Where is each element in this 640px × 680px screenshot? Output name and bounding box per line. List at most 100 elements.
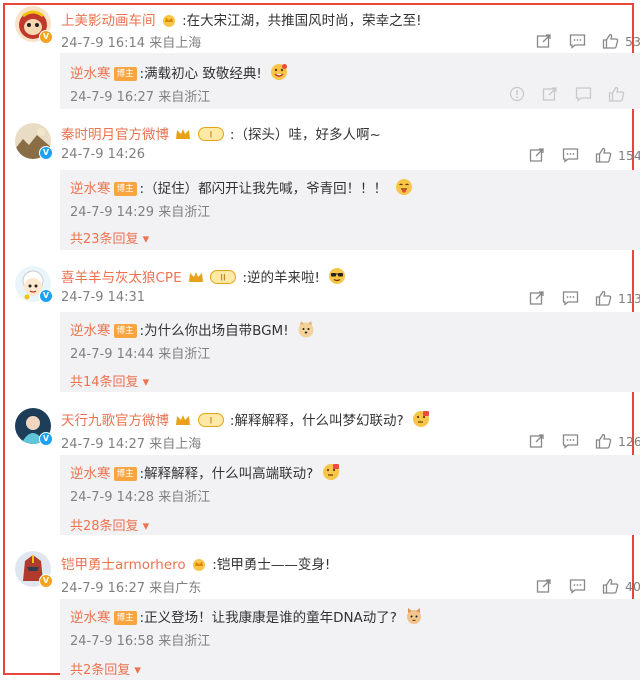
gold-verified-icon: V: [39, 30, 53, 44]
reply-box: 逆水寒 博主:解释解释，什么叫高端联动? 24-7-9 14:28 来自浙江 共2…: [60, 455, 640, 535]
share-icon[interactable]: [527, 145, 547, 165]
blue-verified-icon: V: [39, 289, 53, 303]
chevron-down-icon: ▾: [130, 663, 141, 678]
comment-location: 来自广东: [149, 581, 202, 596]
host-badge: 博主: [113, 467, 137, 481]
comment-username[interactable]: 天行九歌官方微博: [61, 413, 169, 429]
sunglasses-emoji: [328, 267, 346, 289]
blue-verified-icon: V: [39, 432, 53, 446]
svg-text:I: I: [209, 417, 212, 427]
reply-text: :为什么你出场自带BGM!: [139, 323, 289, 339]
reply-date: 24-7-9 14:44: [70, 347, 155, 362]
comment-icon[interactable]: [567, 31, 587, 51]
comment-item: V 天行九歌官方微博 I :解释解释，什么叫梦幻联动? 24-7-9 14:27…: [0, 404, 640, 544]
comment-username[interactable]: 铠甲勇士armorhero: [61, 557, 186, 573]
like-icon[interactable]: [593, 431, 613, 451]
doge-emoji: [297, 320, 315, 342]
reply-text: :（捉住）都闪开让我先喊，爷青回！！！: [139, 181, 388, 197]
comment-date: 24-7-9 16:14: [61, 36, 146, 51]
comment-date: 24-7-9 14:26: [61, 147, 146, 162]
chevron-down-icon: ▾: [138, 375, 150, 390]
share-icon[interactable]: [527, 431, 547, 451]
view-replies-link[interactable]: 共23条回复 ▾: [70, 228, 149, 247]
comment-item: V 秦时明月官方微博 I :（探头）哇，好多人啊~ 24-7-9 14:26 1…: [0, 120, 640, 260]
reply-location: 来自浙江: [158, 90, 211, 105]
like-icon[interactable]: [593, 145, 613, 165]
reply-text: :正义登场！让我康康是谁的童年DNA动了?: [139, 610, 397, 626]
reply-username[interactable]: 逆水寒: [70, 610, 111, 626]
comment-text: :解释解释，什么叫梦幻联动?: [229, 413, 404, 429]
svg-text:II: II: [221, 274, 226, 284]
comment-item: V 喜羊羊与灰太狼CPE II :逆的羊来啦! 24-7-9 14:31 113…: [0, 262, 640, 402]
host-badge: 博主: [113, 611, 137, 625]
svg-text:I: I: [209, 131, 212, 141]
reply-text: :满载初心 致敬经典!: [139, 66, 262, 82]
reply-username[interactable]: 逆水寒: [70, 323, 111, 339]
like-count: 126: [618, 433, 640, 449]
host-badge: 博主: [113, 67, 137, 81]
like-count: 53: [625, 33, 640, 49]
crown-icon: [188, 270, 204, 288]
reply-username[interactable]: 逆水寒: [70, 181, 111, 197]
comment-location: 来自上海: [149, 437, 202, 452]
comment-item: V 上美影动画车间 :在大宋江湖，共推国风时尚，荣幸之至! 24-7-9 16:…: [0, 0, 640, 120]
share-icon[interactable]: [527, 288, 547, 308]
level-badge: II: [210, 270, 237, 284]
like-icon[interactable]: [593, 288, 613, 308]
comment-text: :（探头）哇，好多人啊~: [229, 127, 381, 143]
view-replies-link[interactable]: 共14条回复 ▾: [70, 371, 149, 390]
reply-location: 来自浙江: [158, 634, 211, 649]
like-icon[interactable]: [606, 84, 626, 104]
comment-username[interactable]: 喜羊羊与灰太狼CPE: [61, 270, 182, 286]
comment-icon[interactable]: [560, 145, 580, 165]
like-count: 40: [625, 578, 640, 594]
gold-verified-icon: V: [39, 574, 53, 588]
comment-location: 来自上海: [149, 36, 202, 51]
view-replies-link[interactable]: 共2条回复 ▾: [70, 659, 141, 678]
thinking-emoji: [322, 463, 340, 485]
crown-icon: [192, 558, 206, 575]
comment-icon[interactable]: [573, 84, 593, 104]
level-badge: I: [197, 127, 224, 141]
cat-emoji: [405, 607, 423, 629]
reply-location: 来自浙江: [158, 205, 211, 220]
share-icon[interactable]: [534, 576, 554, 596]
comment-text: :铠甲勇士——变身!: [212, 557, 331, 573]
share-icon[interactable]: [540, 84, 560, 104]
reply-date: 24-7-9 16:27: [70, 90, 155, 105]
comment-icon[interactable]: [560, 288, 580, 308]
crown-icon: [175, 413, 191, 431]
reply-username[interactable]: 逆水寒: [70, 66, 111, 82]
comment-icon[interactable]: [560, 431, 580, 451]
view-replies-link[interactable]: 共28条回复 ▾: [70, 515, 149, 534]
chevron-down-icon: ▾: [138, 232, 150, 247]
host-badge: 博主: [113, 182, 137, 196]
comment-username[interactable]: 秦时明月官方微博: [61, 127, 169, 143]
share-icon[interactable]: [534, 31, 554, 51]
crown-icon: [162, 14, 176, 31]
like-count: 113: [618, 290, 640, 306]
like-icon[interactable]: [600, 576, 620, 596]
reply-date: 24-7-9 16:58: [70, 634, 155, 649]
comment-date: 24-7-9 14:27: [61, 437, 146, 452]
report-icon[interactable]: [507, 84, 527, 104]
comment-icon[interactable]: [567, 576, 587, 596]
comment-text: :逆的羊来啦!: [242, 270, 320, 286]
comment-username[interactable]: 上美影动画车间: [61, 13, 156, 29]
chevron-down-icon: ▾: [138, 519, 150, 534]
reply-box: 逆水寒 博主:为什么你出场自带BGM! 24-7-9 14:44 来自浙江 共14…: [60, 312, 640, 392]
comment-item: V 铠甲勇士armorhero :铠甲勇士——变身! 24-7-9 16:27 …: [0, 548, 640, 680]
reply-location: 来自浙江: [158, 490, 211, 505]
like-count: 154: [618, 147, 640, 163]
reply-username[interactable]: 逆水寒: [70, 466, 111, 482]
grin-emoji: [270, 63, 288, 85]
comment-text: :在大宋江湖，共推国风时尚，荣幸之至!: [182, 13, 422, 29]
reply-location: 来自浙江: [158, 347, 211, 362]
blue-verified-icon: V: [39, 146, 53, 160]
comment-date: 24-7-9 14:31: [61, 290, 146, 305]
tongue-emoji: [395, 178, 413, 200]
reply-date: 24-7-9 14:28: [70, 490, 155, 505]
reply-box: 逆水寒 博主:（捉住）都闪开让我先喊，爷青回！！！ 24-7-9 14:29 来自…: [60, 170, 640, 250]
level-badge: I: [197, 413, 224, 427]
like-icon[interactable]: [600, 31, 620, 51]
